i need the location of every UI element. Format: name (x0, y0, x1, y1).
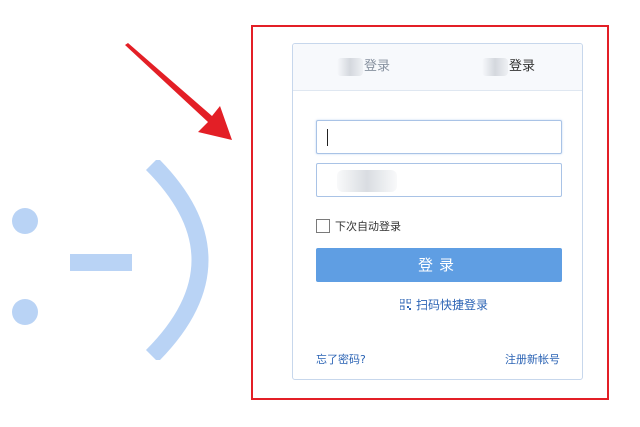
password-input-box[interactable] (316, 163, 562, 197)
login-panel: 登录 登录 下次自动登录 登录 扫码快捷登录 忘了密码? 注册新帐号 (292, 43, 583, 380)
account-input-box[interactable] (316, 120, 562, 154)
emoticon-dash (70, 254, 132, 271)
qr-code-icon (400, 298, 411, 310)
remember-login[interactable]: 下次自动登录 (316, 218, 401, 234)
blurred-text (337, 57, 363, 76)
tab-login-left[interactable]: 登录 (337, 57, 390, 77)
account-input[interactable] (317, 121, 561, 153)
emoticon-dot-top (12, 208, 38, 234)
blurred-text (337, 170, 397, 192)
tab-login-right[interactable]: 登录 (482, 57, 535, 77)
login-tab-bar: 登录 登录 (293, 44, 582, 91)
forgot-password-link[interactable]: 忘了密码? (316, 351, 366, 367)
login-button[interactable]: 登录 (316, 248, 562, 282)
emoticon-dot-bottom (12, 299, 38, 325)
qr-login-link[interactable]: 扫码快捷登录 (400, 296, 488, 312)
remember-label: 下次自动登录 (335, 220, 401, 233)
blurred-text (482, 57, 508, 76)
register-link[interactable]: 注册新帐号 (505, 351, 560, 367)
red-arrow-icon (125, 43, 232, 140)
text-caret (327, 129, 328, 146)
screenshot-stage: 登录 登录 下次自动登录 登录 扫码快捷登录 忘了密码? 注册新帐号 (0, 0, 640, 427)
qr-login-label: 扫码快捷登录 (416, 297, 489, 312)
remember-checkbox[interactable] (316, 219, 330, 233)
